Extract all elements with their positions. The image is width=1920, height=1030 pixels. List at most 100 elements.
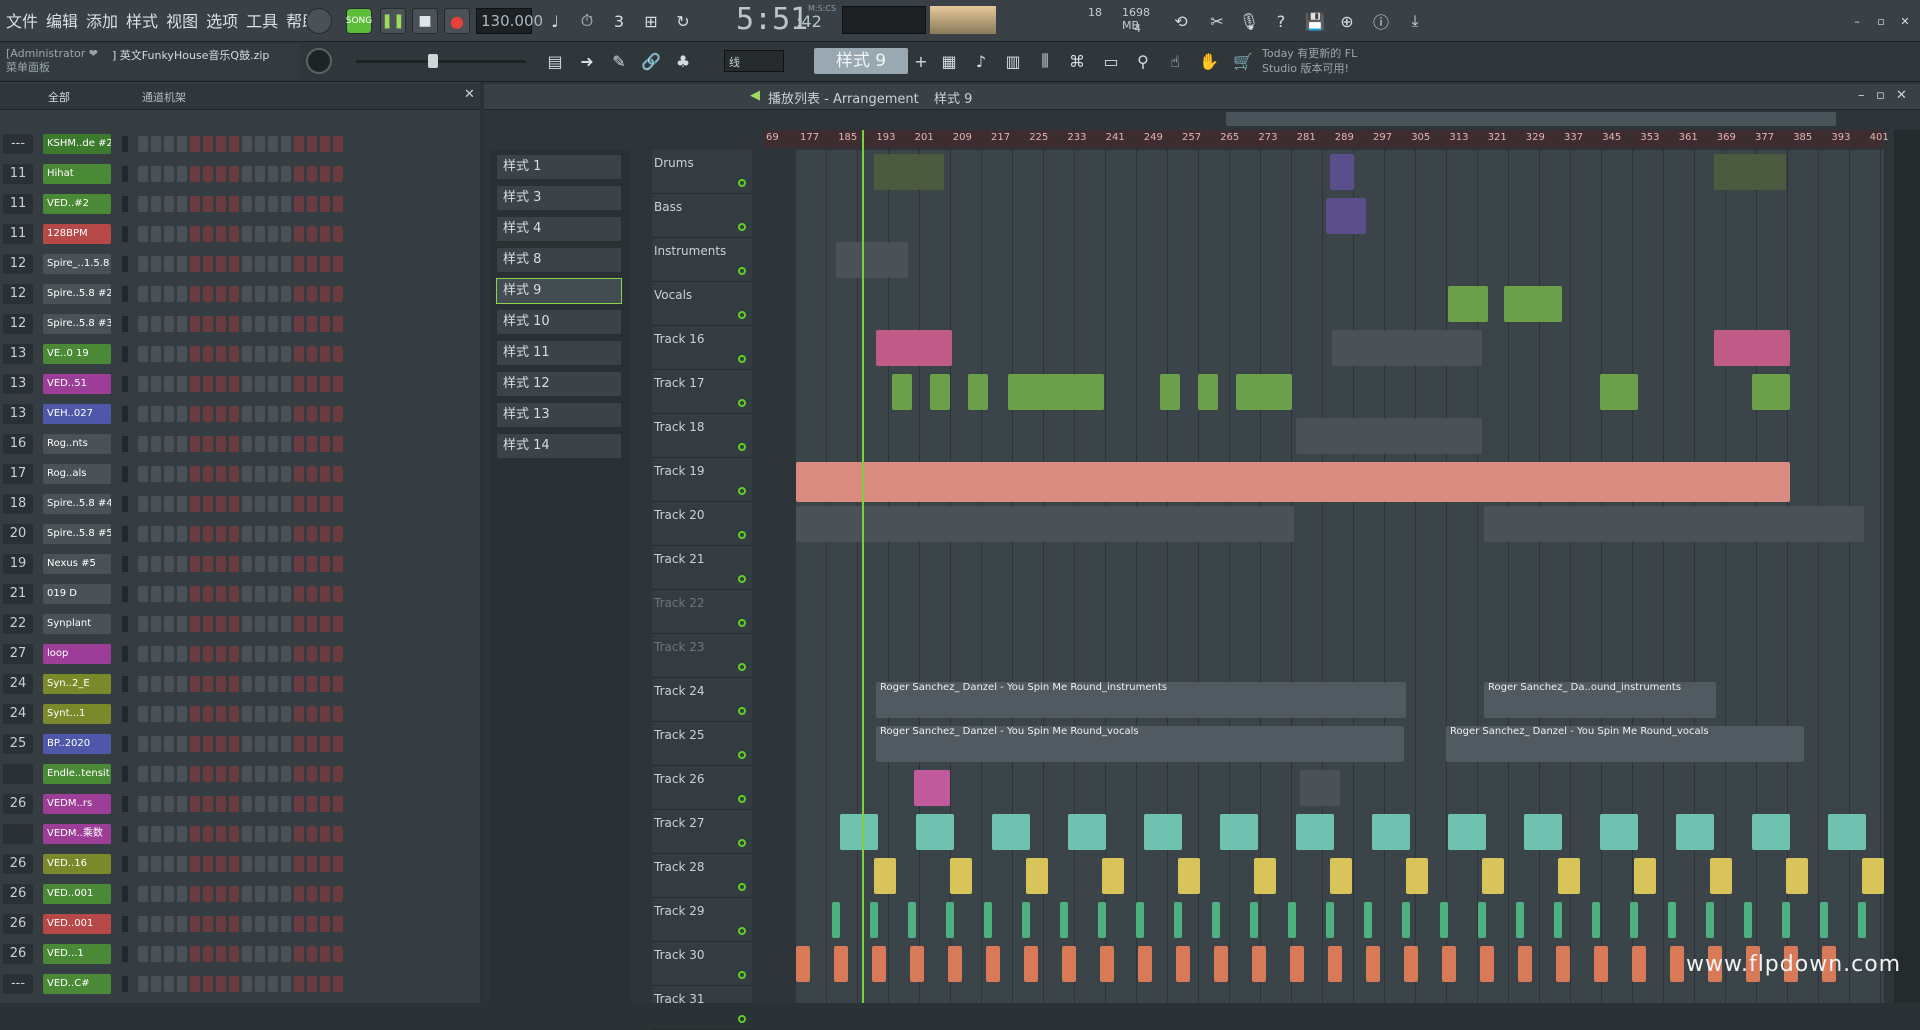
track-header[interactable]: Track 22	[652, 590, 752, 634]
playlist-clip[interactable]	[1214, 946, 1228, 982]
channel-select-led[interactable]	[122, 946, 128, 962]
step-button[interactable]	[268, 466, 278, 482]
step-button[interactable]	[151, 766, 161, 782]
step-button[interactable]	[164, 526, 174, 542]
step-button[interactable]	[190, 256, 200, 272]
step-button[interactable]	[281, 256, 291, 272]
step-button[interactable]	[164, 226, 174, 242]
step-button[interactable]	[229, 286, 239, 302]
step-button[interactable]	[294, 496, 304, 512]
stamp-icon[interactable]: ♣	[670, 48, 696, 74]
playlist-clip[interactable]	[1176, 946, 1190, 982]
step-button[interactable]	[307, 286, 317, 302]
step-button[interactable]	[177, 376, 187, 392]
step-button[interactable]	[177, 196, 187, 212]
step-button[interactable]	[138, 736, 148, 752]
step-button[interactable]	[320, 646, 330, 662]
step-button[interactable]	[307, 376, 317, 392]
step-button[interactable]	[216, 166, 226, 182]
step-button[interactable]	[255, 136, 265, 152]
step-button[interactable]	[281, 616, 291, 632]
step-button[interactable]	[320, 676, 330, 692]
playlist-clip[interactable]	[840, 814, 878, 850]
step-button[interactable]	[242, 556, 252, 572]
step-button[interactable]	[242, 436, 252, 452]
step-button[interactable]	[242, 496, 252, 512]
master-volume-knob[interactable]	[306, 8, 332, 34]
playlist-clip[interactable]	[1600, 814, 1638, 850]
step-button[interactable]	[307, 796, 317, 812]
playlist-clip[interactable]	[1288, 902, 1296, 938]
channel-select-led[interactable]	[122, 256, 128, 272]
step-button[interactable]	[255, 286, 265, 302]
step-button[interactable]	[268, 796, 278, 812]
step-button[interactable]	[333, 676, 343, 692]
restore-playlist-icon[interactable]: ▫	[1876, 88, 1885, 103]
step-button[interactable]	[268, 856, 278, 872]
snap-select[interactable]: 线	[724, 50, 784, 72]
step-button[interactable]	[177, 406, 187, 422]
step-button[interactable]	[229, 736, 239, 752]
playlist-clip[interactable]	[930, 374, 950, 410]
step-button[interactable]	[177, 466, 187, 482]
step-button[interactable]	[151, 856, 161, 872]
step-button[interactable]	[268, 766, 278, 782]
playlist-clip[interactable]: Roger Sanchez_ Danzel - You Spin Me Roun…	[876, 682, 1406, 718]
step-button[interactable]	[242, 676, 252, 692]
step-button[interactable]	[151, 286, 161, 302]
track-header[interactable]: Instruments	[652, 238, 752, 282]
step-button[interactable]	[151, 976, 161, 992]
step-button[interactable]	[255, 166, 265, 182]
playlist-clip[interactable]	[1670, 946, 1684, 982]
step-button[interactable]	[242, 526, 252, 542]
channel-select-led[interactable]	[122, 586, 128, 602]
playlist-icon[interactable]: ▦	[936, 48, 962, 74]
playlist-clip[interactable]	[834, 946, 848, 982]
step-button[interactable]	[216, 766, 226, 782]
channel-mixer-track[interactable]: 21	[3, 584, 33, 604]
step-button[interactable]	[255, 226, 265, 242]
step-button[interactable]	[164, 856, 174, 872]
tempo-display[interactable]: 130.000	[476, 8, 543, 34]
channel-row[interactable]: VEDM..乘数	[0, 822, 470, 846]
track-mute-led[interactable]	[738, 223, 746, 231]
step-button[interactable]	[151, 346, 161, 362]
step-button[interactable]	[268, 946, 278, 962]
playlist-clip[interactable]	[1862, 858, 1884, 894]
step-button[interactable]	[294, 286, 304, 302]
playlist-clip[interactable]	[916, 814, 954, 850]
step-button[interactable]	[216, 286, 226, 302]
playlist-clip[interactable]	[832, 902, 840, 938]
step-button[interactable]	[333, 586, 343, 602]
step-button[interactable]	[281, 646, 291, 662]
step-button[interactable]	[333, 826, 343, 842]
step-button[interactable]	[255, 436, 265, 452]
step-button[interactable]	[333, 706, 343, 722]
step-button[interactable]	[216, 346, 226, 362]
step-button[interactable]	[268, 886, 278, 902]
playlist-clip[interactable]	[870, 902, 878, 938]
track-header[interactable]: Track 26	[652, 766, 752, 810]
playlist-clip[interactable]	[1478, 902, 1486, 938]
channel-select-led[interactable]	[122, 556, 128, 572]
step-button[interactable]	[216, 796, 226, 812]
step-button[interactable]	[242, 856, 252, 872]
step-button[interactable]	[320, 496, 330, 512]
step-button[interactable]	[294, 616, 304, 632]
playlist-clip[interactable]	[1404, 946, 1418, 982]
step-button[interactable]	[229, 886, 239, 902]
channel-mixer-track[interactable]: 18	[3, 494, 33, 514]
step-button[interactable]	[281, 796, 291, 812]
step-button[interactable]	[229, 406, 239, 422]
track-mute-led[interactable]	[738, 751, 746, 759]
step-button[interactable]	[138, 376, 148, 392]
track-mute-led[interactable]	[738, 619, 746, 627]
playlist-clip[interactable]	[1744, 902, 1752, 938]
step-button[interactable]	[294, 136, 304, 152]
step-button[interactable]	[203, 556, 213, 572]
step-button[interactable]	[216, 556, 226, 572]
step-button[interactable]	[177, 796, 187, 812]
channel-name-button[interactable]: BP..2020	[43, 734, 111, 754]
channel-name-button[interactable]: Spire..5.8 #5	[43, 524, 111, 544]
step-button[interactable]	[216, 586, 226, 602]
